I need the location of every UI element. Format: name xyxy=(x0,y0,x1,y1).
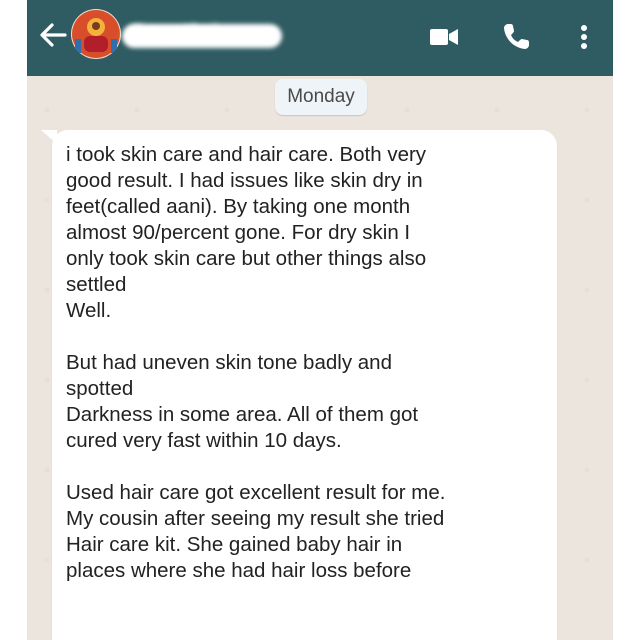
chat-header: Gayathri xyxy=(27,0,613,76)
message-line: Well. xyxy=(66,299,112,322)
message-line: only took skin care but other things als… xyxy=(66,247,427,270)
message-line: good result. I had issues like skin dry … xyxy=(66,169,423,192)
screenshot-frame: Gayathri Monday i took skin care and hai… xyxy=(0,0,640,640)
contact-avatar[interactable] xyxy=(71,9,121,59)
kebab-menu-icon[interactable] xyxy=(567,20,601,54)
message-line: cured very fast within 10 days. xyxy=(66,429,342,452)
message-line: But had uneven skin tone badly and xyxy=(66,351,392,374)
message-line: Hair care kit. She gained baby hair in xyxy=(66,533,403,556)
message-text: i took skin care and hair care. Both ver… xyxy=(66,142,546,584)
message-line: settled xyxy=(66,273,127,296)
message-line: places where she had hair loss before xyxy=(66,559,412,582)
video-camera-icon[interactable] xyxy=(427,20,461,54)
avatar-image xyxy=(71,9,121,59)
chat-window: Gayathri Monday i took skin care and hai… xyxy=(27,0,613,640)
message-line: Used hair care got excellent result for … xyxy=(66,481,446,504)
message-line: Darkness in some area. All of them got xyxy=(66,403,419,426)
arrow-left-icon[interactable] xyxy=(37,19,69,51)
message-line: feet(called aani). By taking one month xyxy=(66,195,411,218)
message-line: almost 90/percent gone. For dry skin I xyxy=(66,221,411,244)
contact-name[interactable]: Gayathri xyxy=(130,22,219,46)
message-line xyxy=(66,324,546,350)
message-line: spotted xyxy=(66,377,134,400)
message-line: My cousin after seeing my result she tri… xyxy=(66,507,445,530)
message-line xyxy=(66,454,546,480)
phone-icon[interactable] xyxy=(499,20,533,54)
date-separator: Monday xyxy=(275,79,367,115)
message-line: i took skin care and hair care. Both ver… xyxy=(66,143,427,166)
